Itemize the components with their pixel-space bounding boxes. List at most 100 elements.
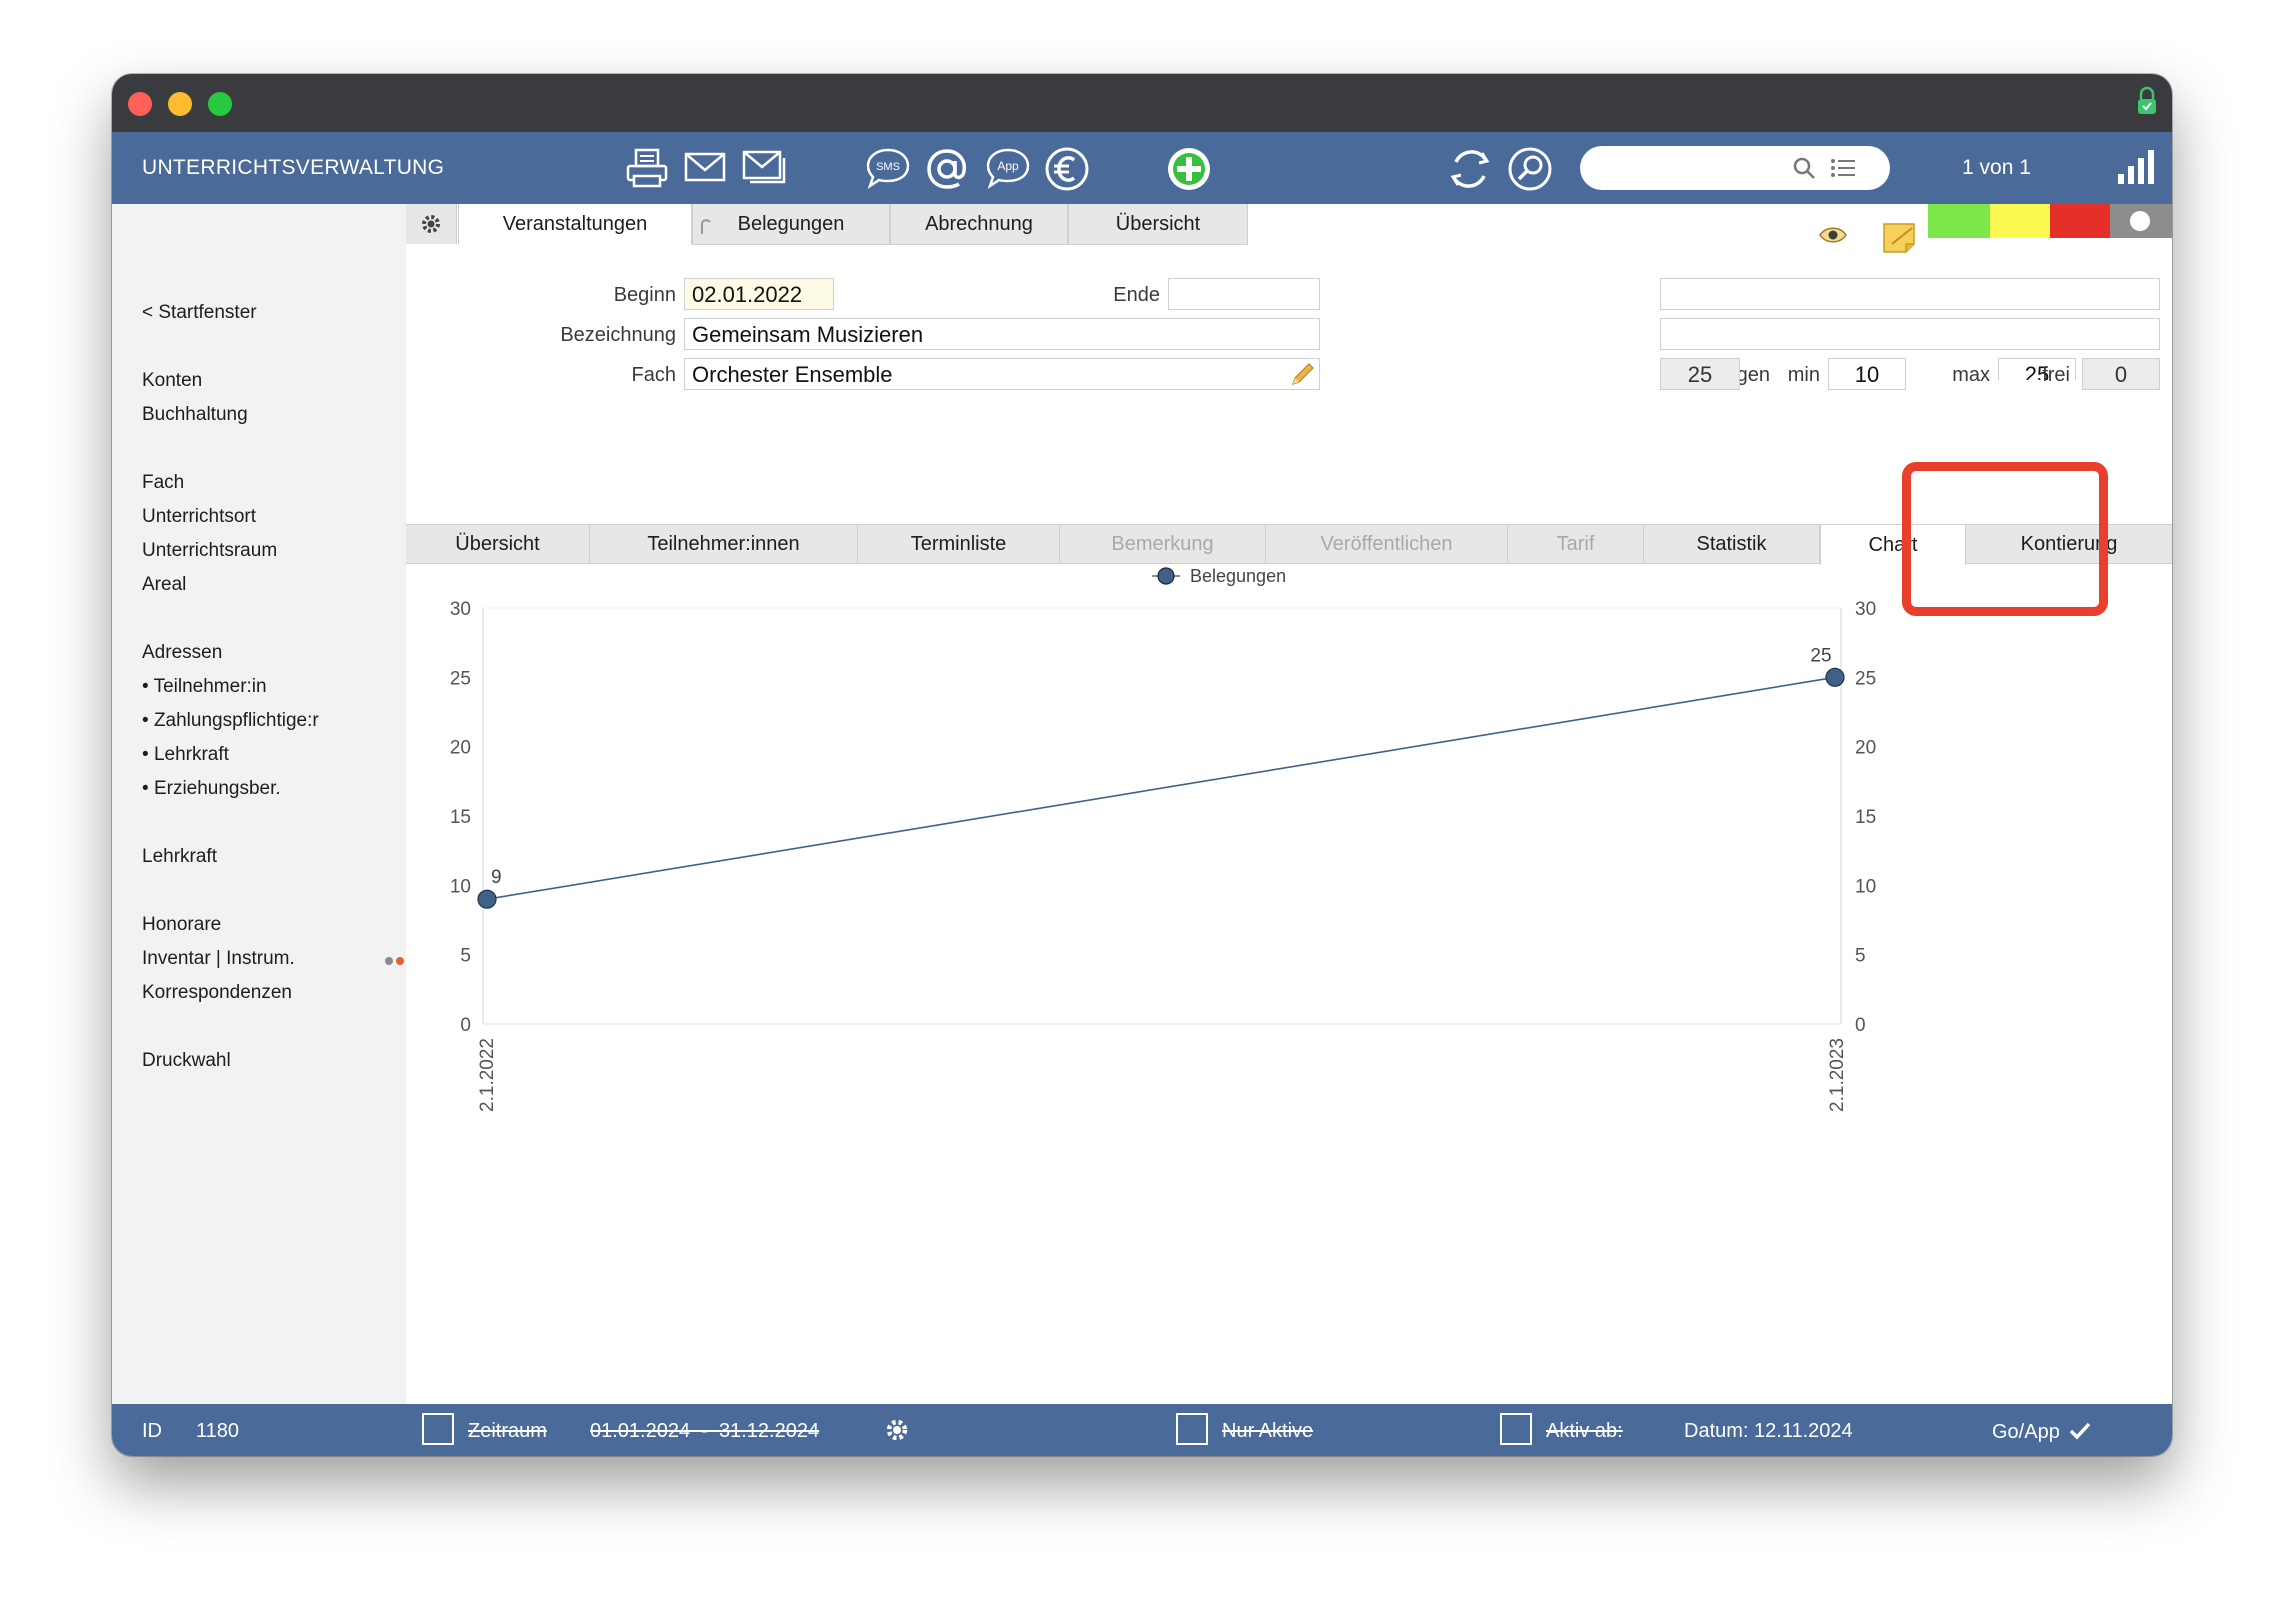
sidebar-item-lehrkraft[interactable]: Lehrkraft <box>142 846 217 868</box>
signal-bars-icon[interactable] <box>2116 148 2156 184</box>
x-tick-label: 2.1.2022 <box>477 1038 498 1112</box>
lock-icon[interactable] <box>2136 86 2158 116</box>
y-tick-label-right: 15 <box>1855 807 1876 828</box>
sidebar-item-areal[interactable]: Areal <box>142 574 186 596</box>
min-field[interactable]: 10 <box>1828 358 1906 390</box>
gear-icon[interactable] <box>882 1414 912 1446</box>
y-tick-label-left: 25 <box>450 668 471 689</box>
find-icon[interactable] <box>1506 146 1554 192</box>
add-icon[interactable] <box>1166 146 1212 192</box>
ende-field[interactable] <box>1168 278 1320 310</box>
record-count: 1 von 1 <box>1962 156 2031 179</box>
go-app-label: Go/App <box>1992 1421 2060 1443</box>
sidebar-item-fach[interactable]: Fach <box>142 472 184 494</box>
sidebar-item-honorare[interactable]: Honorare <box>142 914 221 936</box>
printer-icon[interactable] <box>624 146 670 190</box>
sidebar-item-lehrkraft-address[interactable]: • Lehrkraft <box>142 744 229 766</box>
frei-label: frei <box>2042 364 2070 386</box>
go-app-button[interactable]: Go/App <box>1992 1420 2091 1444</box>
zeitraum-label: Zeitraum <box>468 1420 547 1442</box>
title-bar <box>112 74 2172 132</box>
sidebar-item-konten[interactable]: Konten <box>142 370 202 392</box>
main-content: Veranstaltungen Belegungen Abrechnung Üb… <box>406 204 2172 1404</box>
curl-arrow-icon <box>701 219 711 234</box>
sidebar-item-adressen[interactable]: Adressen <box>142 642 222 664</box>
mail-multiple-icon[interactable] <box>740 146 790 190</box>
tab-uebersicht[interactable]: Übersicht <box>1068 204 1248 245</box>
sidebar-item-korrespondenzen[interactable]: Korrespondenzen <box>142 982 292 1004</box>
tab-belegungen[interactable]: Belegungen <box>692 204 890 245</box>
status-green[interactable] <box>1928 204 1990 238</box>
sidebar-item-unterrichtsort[interactable]: Unterrichtsort <box>142 506 256 528</box>
data-label: 9 <box>491 867 502 888</box>
sidebar-item-druckwahl[interactable]: Druckwahl <box>142 1050 231 1072</box>
status-red[interactable] <box>2050 204 2110 238</box>
tab-settings[interactable] <box>406 204 457 244</box>
status-yellow[interactable] <box>1990 204 2050 238</box>
min-label: min <box>1787 364 1820 386</box>
app-window: UNTERRICHTSVERWALTUNG SMS App 1 von 1 < … <box>112 74 2172 1456</box>
datum-label: Datum: 12.11.2024 <box>1684 1420 1853 1442</box>
euro-icon[interactable] <box>1044 146 1090 192</box>
aktiv-ab-label: Aktiv ab: <box>1546 1420 1623 1442</box>
zeitraum-checkbox[interactable] <box>422 1413 454 1445</box>
sidebar: < Startfenster Konten Buchhaltung Fach U… <box>112 204 407 1404</box>
bezeichnung-field[interactable]: Gemeinsam Musizieren <box>684 318 1320 350</box>
y-tick-label-right: 25 <box>1855 668 1876 689</box>
refresh-icon[interactable] <box>1446 146 1494 192</box>
belegungen-chart: Belegungen 0 5 10 15 20 25 30 0 5 10 15 20 25 30 2.1… <box>450 566 1876 1112</box>
y-tick-label-left: 5 <box>460 946 471 967</box>
y-tick-label-right: 5 <box>1855 946 1866 967</box>
eye-icon[interactable] <box>1818 224 1848 246</box>
tab-abrechnung[interactable]: Abrechnung <box>890 204 1068 245</box>
data-point <box>1825 667 1845 687</box>
sidebar-item-erziehungsber[interactable]: • Erziehungsber. <box>142 778 281 800</box>
fach-field[interactable]: Orchester Ensemble <box>684 358 1320 390</box>
bezeichnung-label: Bezeichnung <box>560 324 676 346</box>
note-icon[interactable] <box>1882 220 1918 256</box>
search-input[interactable] <box>1580 146 1890 190</box>
status-dots-icon <box>385 957 404 965</box>
search-icon[interactable] <box>1792 156 1816 180</box>
beginn-label: Beginn <box>613 284 676 306</box>
kommentar-field[interactable] <box>1660 318 2160 350</box>
sidebar-item-teilnehmer[interactable]: • Teilnehmer:in <box>142 676 267 698</box>
y-tick-label-right: 10 <box>1855 876 1876 897</box>
sidebar-item-buchhaltung[interactable]: Buchhaltung <box>142 404 248 426</box>
sidebar-item-label: Teilnehmer:in <box>153 676 267 697</box>
legend-marker <box>1157 567 1175 585</box>
nur-aktive-checkbox[interactable] <box>1176 1413 1208 1445</box>
sidebar-item-unterrichtsraum[interactable]: Unterrichtsraum <box>142 540 277 562</box>
sidebar-item-inventar[interactable]: Inventar | Instrum. <box>142 948 295 970</box>
tab-veranstaltungen[interactable]: Veranstaltungen <box>458 204 692 245</box>
beginn-field[interactable]: 02.01.2022 <box>684 278 834 310</box>
tab-label: Belegungen <box>737 212 845 235</box>
zoom-window-button[interactable] <box>208 92 232 116</box>
fach-value: Orchester Ensemble <box>692 362 893 387</box>
y-tick-label-right: 0 <box>1855 1015 1866 1036</box>
aktiv-ab-checkbox[interactable] <box>1500 1413 1532 1445</box>
sms-icon[interactable]: SMS <box>864 146 912 190</box>
belegungen-field: 25 <box>1660 358 1740 390</box>
at-icon[interactable] <box>924 146 970 192</box>
pencil-icon[interactable] <box>1289 362 1315 388</box>
mail-icon[interactable] <box>682 146 728 190</box>
legend-label: Belegungen <box>1190 566 1286 586</box>
app-label: App <box>997 159 1019 173</box>
kursnr-field[interactable] <box>1660 278 2160 310</box>
close-window-button[interactable] <box>128 92 152 116</box>
y-tick-label-left: 30 <box>450 599 471 620</box>
zeitraum-range: 01.01.2024 - 31.12.2024 <box>590 1420 820 1442</box>
status-toggle[interactable] <box>2110 204 2172 238</box>
y-tick-label-left: 20 <box>450 738 471 759</box>
fach-label: Fach <box>631 364 676 386</box>
y-tick-label-left: 0 <box>460 1015 471 1036</box>
data-point <box>477 889 497 909</box>
sidebar-item-zahlungspflichtige[interactable]: • Zahlungspflichtige:r <box>142 710 319 732</box>
y-tick-label-right: 30 <box>1855 599 1876 620</box>
sidebar-item-label: Zahlungspflichtige:r <box>153 710 319 731</box>
minimize-window-button[interactable] <box>168 92 192 116</box>
sidebar-item-startfenster[interactable]: < Startfenster <box>142 302 257 324</box>
list-icon[interactable] <box>1830 158 1856 178</box>
app-message-icon[interactable]: App <box>984 146 1032 190</box>
